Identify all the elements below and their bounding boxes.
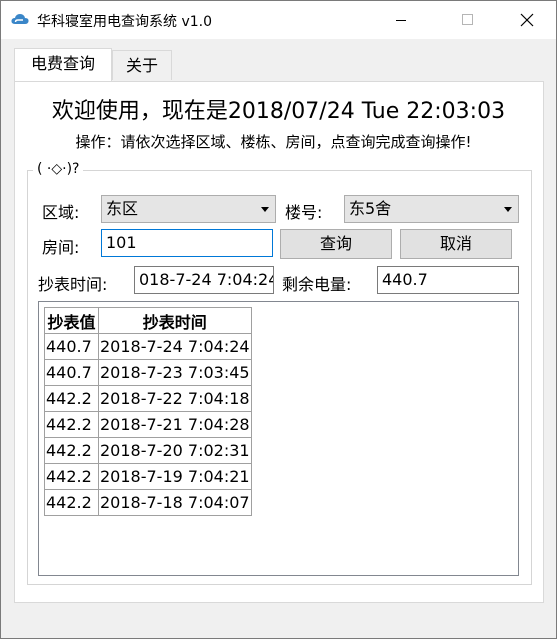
area-select[interactable]: 东区 <box>101 195 276 223</box>
cell-reading[interactable]: 440.7 <box>44 359 99 386</box>
cell-reading[interactable]: 442.2 <box>44 437 99 464</box>
area-select-value: 东区 <box>106 199 139 218</box>
cell-read-time[interactable]: 2018-7-22 7:04:18 <box>98 385 252 412</box>
instructions-text: 操作：请依次选择区域、楼栋、房间，点查询完成查询操作! <box>75 133 472 151</box>
table-header-row: 抄表值 抄表时间 <box>44 307 252 334</box>
welcome-heading: 欢迎使用，现在是2018/07/24 Tue 22:03:03 <box>51 99 506 124</box>
read-time-field[interactable]: 018-7-24 7:04:24 <box>134 266 274 294</box>
column-header-read-time[interactable]: 抄表时间 <box>98 307 252 334</box>
building-select-value: 东5舍 <box>349 199 392 218</box>
tab-about[interactable]: 关于 <box>112 50 172 80</box>
tab-electricity-query[interactable]: 电费查询 <box>14 48 112 81</box>
table-row[interactable]: 440.7 2018-7-23 7:03:45 <box>44 359 252 386</box>
minimize-icon <box>396 20 406 21</box>
cell-read-time[interactable]: 2018-7-21 7:04:28 <box>98 411 252 438</box>
building-select[interactable]: 东5舍 <box>344 195 519 223</box>
cell-reading[interactable]: 440.7 <box>44 333 99 360</box>
query-button[interactable]: 查询 <box>280 229 392 259</box>
cell-read-time[interactable]: 2018-7-19 7:04:21 <box>98 463 252 490</box>
cell-reading[interactable]: 442.2 <box>44 411 99 438</box>
groupbox-legend: ( ·◇·)? <box>33 161 84 177</box>
table-row[interactable]: 442.2 2018-7-20 7:02:31 <box>44 437 252 464</box>
cell-reading[interactable]: 442.2 <box>44 463 99 490</box>
close-button[interactable] <box>504 1 550 39</box>
area-label: 区域: <box>42 203 80 222</box>
cancel-button[interactable]: 取消 <box>400 229 512 259</box>
maximize-icon <box>462 14 473 25</box>
cell-reading[interactable]: 442.2 <box>44 385 99 412</box>
building-label: 楼号: <box>285 203 323 222</box>
cell-read-time[interactable]: 2018-7-23 7:03:45 <box>98 359 252 386</box>
cell-read-time[interactable]: 2018-7-20 7:02:31 <box>98 437 252 464</box>
table-row[interactable]: 442.2 2018-7-18 7:04:07 <box>44 489 252 516</box>
table-row[interactable]: 440.7 2018-7-24 7:04:24 <box>44 333 252 360</box>
history-table: 抄表值 抄表时间 440.7 2018-7-24 7:04:24 440.7 201… <box>44 307 252 516</box>
table-row[interactable]: 442.2 2018-7-22 7:04:18 <box>44 385 252 412</box>
table-row[interactable]: 442.2 2018-7-21 7:04:28 <box>44 411 252 438</box>
window-title: 华科寝室用电查询系统 v1.0 <box>37 14 212 30</box>
minimize-button[interactable] <box>378 1 424 39</box>
cell-read-time[interactable]: 2018-7-24 7:04:24 <box>98 333 252 360</box>
remaining-power-label: 剩余电量: <box>282 275 352 294</box>
column-header-reading[interactable]: 抄表值 <box>44 307 99 334</box>
cell-read-time[interactable]: 2018-7-18 7:04:07 <box>98 489 252 516</box>
cell-reading[interactable]: 442.2 <box>44 489 99 516</box>
chevron-down-icon <box>261 207 269 212</box>
maximize-button[interactable] <box>444 1 490 39</box>
app-window: 华科寝室用电查询系统 v1.0 电费查询 关于 欢迎使用，现在是2018/07/… <box>0 0 557 639</box>
read-time-label: 抄表时间: <box>38 275 108 294</box>
table-row[interactable]: 442.2 2018-7-19 7:04:21 <box>44 463 252 490</box>
room-input[interactable]: 101 <box>101 229 273 257</box>
room-label: 房间: <box>42 238 80 257</box>
remaining-power-field[interactable]: 440.7 <box>377 266 519 294</box>
chevron-down-icon <box>504 207 512 212</box>
title-bar[interactable]: 华科寝室用电查询系统 v1.0 <box>1 1 556 39</box>
cloud-icon <box>11 14 29 24</box>
close-icon <box>520 13 534 27</box>
